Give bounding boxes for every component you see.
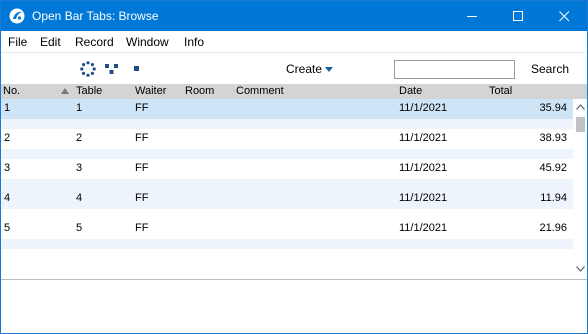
row-spacer	[1, 239, 573, 249]
column-header-room[interactable]: Room	[185, 85, 214, 97]
cell-total: 38.93	[539, 132, 567, 144]
column-header-table[interactable]: Table	[76, 85, 102, 97]
cell-total: 35.94	[539, 102, 567, 114]
cell-no: 1	[4, 102, 11, 114]
app-logo-icon	[9, 8, 25, 24]
menu-bar: File Edit Record Window Info	[1, 31, 587, 52]
cell-table: 4	[76, 192, 83, 204]
menu-edit[interactable]: Edit	[40, 35, 61, 49]
column-header-no[interactable]: No.	[3, 85, 20, 97]
cell-no: 5	[4, 222, 11, 234]
cell-waiter: FF	[135, 222, 149, 234]
table-body: 1 1 FF 11/1/2021 35.94 2 2 FF 11/1/2021 …	[1, 99, 573, 279]
divider	[1, 279, 587, 280]
search-input[interactable]	[394, 60, 515, 79]
search-button[interactable]: Search	[531, 62, 569, 76]
tree-view-icon[interactable]	[104, 61, 120, 77]
row-spacer	[1, 209, 573, 219]
cell-total: 11.94	[540, 192, 567, 204]
cell-table: 3	[76, 162, 83, 174]
chevron-up-icon[interactable]	[576, 104, 585, 110]
title-bar[interactable]: Open Bar Tabs: Browse	[1, 1, 587, 31]
cell-date: 11/1/2021	[399, 162, 448, 174]
window-title: Open Bar Tabs: Browse	[32, 9, 159, 23]
cell-waiter: FF	[135, 162, 149, 174]
minimize-icon	[467, 16, 477, 17]
maximize-icon	[513, 11, 523, 21]
vertical-scrollbar[interactable]	[573, 99, 587, 279]
menu-window[interactable]: Window	[126, 35, 169, 49]
create-button[interactable]: Create	[286, 62, 322, 76]
menu-file[interactable]: File	[8, 35, 27, 49]
scrollbar-thumb[interactable]	[576, 117, 585, 132]
cell-table: 1	[76, 102, 83, 114]
cell-table: 5	[76, 222, 83, 234]
cell-date: 11/1/2021	[399, 192, 448, 204]
table-header: No. Table Waiter Room Comment Date Total	[1, 84, 587, 99]
cell-date: 11/1/2021	[399, 102, 448, 114]
menu-info[interactable]: Info	[184, 35, 204, 49]
refresh-spinner-icon[interactable]	[80, 61, 96, 77]
close-icon	[559, 11, 570, 22]
toolbar: Create Search	[1, 52, 587, 84]
maximize-button[interactable]	[495, 1, 541, 31]
chevron-down-icon[interactable]	[576, 266, 585, 272]
cell-total: 21.96	[539, 222, 567, 234]
cell-no: 2	[4, 132, 11, 144]
minimize-button[interactable]	[449, 1, 495, 31]
table-row[interactable]: 5 5 FF 11/1/2021 21.96	[1, 219, 573, 239]
sort-ascending-icon	[61, 88, 69, 94]
cell-no: 3	[4, 162, 11, 174]
table-row[interactable]: 4 4 FF 11/1/2021 11.94	[1, 189, 573, 209]
cell-date: 11/1/2021	[399, 132, 448, 144]
square-icon[interactable]	[129, 61, 145, 77]
column-header-waiter[interactable]: Waiter	[135, 85, 166, 97]
table-row[interactable]: 1 1 FF 11/1/2021 35.94	[1, 99, 573, 119]
cell-date: 11/1/2021	[399, 222, 448, 234]
cell-total: 45.92	[539, 162, 567, 174]
column-header-date[interactable]: Date	[399, 85, 422, 97]
close-button[interactable]	[541, 1, 587, 31]
cell-waiter: FF	[135, 132, 149, 144]
cell-table: 2	[76, 132, 83, 144]
row-spacer	[1, 119, 573, 129]
table-row[interactable]: 3 3 FF 11/1/2021 45.92	[1, 159, 573, 179]
table-row[interactable]: 2 2 FF 11/1/2021 38.93	[1, 129, 573, 149]
chevron-down-icon[interactable]	[325, 67, 333, 72]
row-spacer	[1, 179, 573, 189]
cell-no: 4	[4, 192, 11, 204]
cell-waiter: FF	[135, 102, 149, 114]
menu-record[interactable]: Record	[75, 35, 114, 49]
row-spacer	[1, 149, 573, 159]
browse-window: Open Bar Tabs: Browse File Edit Record W…	[0, 0, 588, 334]
cell-waiter: FF	[135, 192, 149, 204]
column-header-comment[interactable]: Comment	[236, 85, 284, 97]
column-header-total[interactable]: Total	[489, 85, 512, 97]
